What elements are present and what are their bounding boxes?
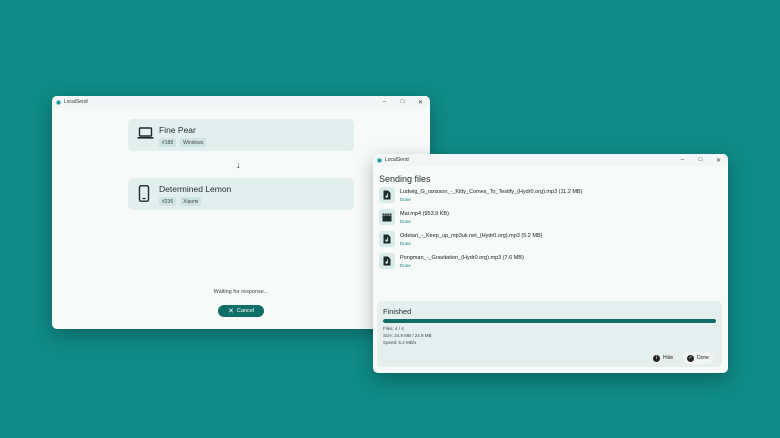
hide-button[interactable]: i Hide (649, 352, 677, 364)
titlebar: LocalSend – □ ✕ (373, 154, 728, 166)
sender-device-card: Fine Pear #188 Windows (128, 119, 354, 151)
window-title: LocalSend (385, 157, 409, 163)
summary-title: Finished (383, 307, 412, 316)
page-title: Sending files (379, 174, 431, 184)
hide-label: Hide (663, 355, 674, 361)
close-button[interactable]: ✕ (417, 99, 424, 106)
file-name: Ludwig_G_ransson_-_Kitty_Comes_To_Testif… (400, 189, 583, 195)
size-stat: Size: 24.9 MB / 24.9 MB (383, 333, 432, 338)
file-status: Done (400, 263, 411, 268)
minimize-button[interactable]: – (679, 157, 686, 163)
file-name: Mai.mp4 (953.9 KB) (400, 211, 449, 217)
audio-file-icon (379, 231, 395, 247)
sending-files-window: LocalSend – □ ✕ Sending files Ludwig_G_r… (373, 154, 728, 373)
file-item: Ludwig_G_ransson_-_Kitty_Comes_To_Testif… (379, 187, 582, 205)
laptop-icon (137, 126, 154, 145)
file-item: Mai.mp4 (953.9 KB) Done (379, 209, 449, 227)
audio-file-icon (379, 187, 395, 203)
file-name: Pongman_-_Gravitation_(Hydr0.org).mp3 (7… (400, 255, 524, 261)
progress-bar (383, 319, 716, 323)
window-title: LocalSend (64, 99, 88, 105)
files-count: Files: 4 / 4 (383, 326, 404, 331)
file-item: Odetari_-_Keep_up_mp3uk.net_(Hydr0.org).… (379, 231, 542, 249)
phone-icon (138, 185, 150, 207)
done-label: Done (697, 355, 709, 361)
titlebar: LocalSend – □ ✕ (52, 96, 430, 108)
info-icon: i (653, 354, 660, 362)
file-status: Done (400, 197, 411, 202)
receiver-id-tag: #236 (159, 197, 177, 206)
transfer-summary-panel: Finished Files: 4 / 4 Size: 24.9 MB / 24… (377, 301, 722, 367)
sender-device-name: Fine Pear (159, 125, 196, 135)
sender-id-tag: #188 (159, 138, 177, 147)
check-icon: ✓ (687, 354, 694, 362)
close-button[interactable]: ✕ (715, 157, 722, 164)
speed-stat: Speed: 5.2 MB/s (383, 340, 417, 345)
minimize-button[interactable]: – (381, 99, 388, 105)
done-button[interactable]: ✓ Done (683, 352, 713, 364)
audio-file-icon (379, 253, 395, 269)
file-name: Odetari_-_Keep_up_mp3uk.net_(Hydr0.org).… (400, 233, 543, 239)
maximize-button[interactable]: □ (399, 99, 406, 105)
arrow-down-icon: ↓ (236, 160, 241, 170)
localsend-app-icon (56, 99, 61, 105)
file-status: Done (400, 241, 411, 246)
localsend-app-icon (377, 157, 382, 163)
receiver-device-name: Determined Lemon (159, 184, 232, 194)
file-status: Done (400, 219, 411, 224)
progress-fill (383, 319, 716, 323)
video-file-icon (379, 209, 395, 225)
file-item: Pongman_-_Gravitation_(Hydr0.org).mp3 (7… (379, 253, 524, 271)
cancel-button[interactable]: ✕ Cancel (218, 305, 264, 317)
close-icon: ✕ (228, 308, 234, 315)
maximize-button[interactable]: □ (697, 157, 704, 163)
receiver-os-tag: Xiaomi (180, 197, 202, 206)
cancel-label: Cancel (236, 308, 254, 314)
receiver-device-card: Determined Lemon #236 Xiaomi (128, 178, 354, 210)
sender-os-tag: Windows (180, 138, 207, 147)
